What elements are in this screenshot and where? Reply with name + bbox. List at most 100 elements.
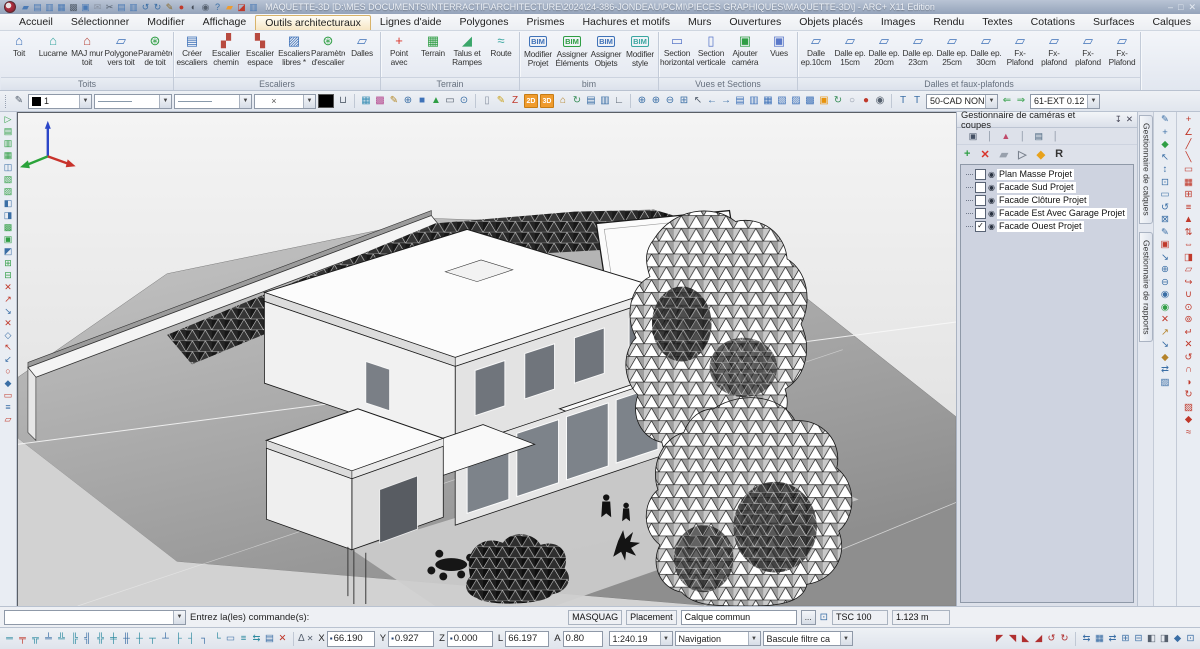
pen-settings-icon[interactable]: ✎ bbox=[12, 93, 26, 109]
window-layout-icon[interactable]: ▦ bbox=[1093, 631, 1106, 646]
left-toolbar-icon[interactable]: ▤ bbox=[2, 126, 15, 137]
navigation-mode-combo[interactable]: Navigation ▼ bbox=[675, 631, 761, 646]
window-layout-icon[interactable]: ⊟ bbox=[1132, 631, 1145, 646]
toolbar-icon[interactable]: ▤ bbox=[584, 93, 598, 109]
ribbon-button[interactable]: ▯Section verticale bbox=[694, 32, 728, 77]
ribbon-button[interactable]: ⌂Toit bbox=[2, 32, 36, 77]
ribbon-button[interactable]: ▣Vues bbox=[762, 32, 796, 77]
ribbon-button[interactable]: ⊛Paramètres d'escalier bbox=[311, 32, 345, 77]
quick-access-icon[interactable]: ▥ bbox=[44, 1, 55, 13]
zoom-toolbar-icon[interactable]: ⊖ bbox=[663, 93, 677, 109]
left-toolbar-icon[interactable]: ✕ bbox=[2, 282, 15, 293]
right-toolbar-icon[interactable]: ∩ bbox=[1181, 364, 1197, 376]
right-toolbar-icon[interactable]: ▦ bbox=[1181, 177, 1197, 189]
linestyle-combo-1[interactable]: ▼ bbox=[94, 94, 172, 109]
toolbar-icon[interactable]: ⊙ bbox=[457, 93, 471, 109]
left-toolbar-icon[interactable]: ▩ bbox=[2, 222, 15, 233]
zoom-toolbar-icon[interactable]: ↖ bbox=[691, 93, 705, 109]
ribbon-button[interactable]: ▱Fx-Plafond ep. 5cm bbox=[1105, 32, 1139, 77]
left-toolbar-icon[interactable]: ≡ bbox=[2, 402, 15, 413]
right-toolbar-icon[interactable]: ⊞ bbox=[1181, 189, 1197, 201]
view-orientation-icon[interactable]: ◤ bbox=[993, 631, 1006, 646]
right-toolbar-icon[interactable]: ⇔ bbox=[1181, 239, 1197, 251]
y-coord-field[interactable]: ▪0.927 bbox=[388, 631, 434, 647]
wall-tool-icon[interactable]: ✕ bbox=[276, 631, 289, 646]
visibility-checkbox[interactable] bbox=[975, 195, 986, 206]
toolbar-icon[interactable]: ▥ bbox=[598, 93, 612, 109]
zoom-toolbar-icon[interactable]: ○ bbox=[845, 93, 859, 109]
toggle-3d-button[interactable]: 3D bbox=[540, 94, 554, 108]
layer-link-icon[interactable]: ⊡ bbox=[820, 612, 828, 623]
right-toolbar-icon[interactable]: ↘ bbox=[1157, 252, 1173, 264]
ribbon-button[interactable]: ▭Section horizontale bbox=[660, 32, 694, 77]
right-toolbar-icon[interactable]: ◆ bbox=[1157, 352, 1173, 364]
right-toolbar-icon[interactable]: + bbox=[1181, 114, 1197, 126]
left-toolbar-icon[interactable]: ◨ bbox=[2, 210, 15, 221]
camera-panel-tool-icon[interactable]: ◆ bbox=[1037, 148, 1045, 161]
ribbon-button[interactable]: BIMAssigner Éléments IFC bbox=[555, 32, 589, 77]
text-tool-icon[interactable]: T bbox=[896, 93, 910, 109]
menu-item[interactable]: Outils architecturaux bbox=[255, 15, 371, 30]
left-toolbar-icon[interactable]: ◇ bbox=[2, 330, 15, 341]
toolbar-icon[interactable]: ▲ bbox=[429, 93, 443, 109]
pin-icon[interactable]: ↧ bbox=[1115, 114, 1122, 125]
quick-access-icon[interactable]: ? bbox=[212, 1, 223, 13]
quick-access-icon[interactable]: ▥ bbox=[248, 1, 259, 13]
menu-item[interactable]: Prismes bbox=[518, 15, 574, 29]
menu-item[interactable]: Accueil bbox=[10, 15, 62, 29]
text-tool-icon[interactable]: T bbox=[910, 93, 924, 109]
placement-mode-field[interactable]: Placement bbox=[626, 610, 677, 625]
camera-panel-tool-icon[interactable]: + bbox=[964, 148, 970, 160]
right-toolbar-icon[interactable]: ✕ bbox=[1157, 314, 1173, 326]
zoom-toolbar-icon[interactable]: ▣ bbox=[817, 93, 831, 109]
quick-access-icon[interactable]: ↻ bbox=[152, 1, 163, 13]
zoom-toolbar-icon[interactable]: ▥ bbox=[747, 93, 761, 109]
z-coord-field[interactable]: ▪0.000 bbox=[447, 631, 493, 647]
left-toolbar-icon[interactable]: ▷ bbox=[2, 114, 15, 125]
window-layout-icon[interactable]: ⇄ bbox=[1106, 631, 1119, 646]
menu-item[interactable]: Objets placés bbox=[790, 15, 872, 29]
right-toolbar-icon[interactable]: ⇄ bbox=[1157, 364, 1173, 376]
camera-panel-tab-icon[interactable]: ▣ bbox=[962, 131, 984, 142]
ribbon-button[interactable]: ▱Dalle ep.10cm bbox=[799, 32, 833, 77]
right-toolbar-icon[interactable]: ≡ bbox=[1181, 202, 1197, 214]
ribbon-button[interactable]: ⌂Lucarne bbox=[36, 32, 70, 77]
visibility-checkbox[interactable] bbox=[975, 208, 986, 219]
fill-bucket-icon[interactable]: ⊔ bbox=[336, 93, 350, 109]
wall-tool-icon[interactable]: └ bbox=[211, 631, 224, 646]
ribbon-button[interactable]: BIMModifier style d'éléments bbox=[623, 32, 657, 77]
quick-access-icon[interactable]: ▦ bbox=[56, 1, 67, 13]
toolbar-icon[interactable]: ✎ bbox=[494, 93, 508, 109]
ribbon-button[interactable]: ≈Route bbox=[484, 32, 518, 77]
viewport-3d[interactable] bbox=[17, 112, 956, 606]
ribbon-button[interactable]: ▱Dalles bbox=[345, 32, 379, 77]
view-orientation-icon[interactable]: ↻ bbox=[1058, 631, 1071, 646]
ribbon-button[interactable]: ▱Fx-plafond ep. 1cm bbox=[1037, 32, 1071, 77]
right-toolbar-icon[interactable]: ⊖ bbox=[1157, 277, 1173, 289]
quick-access-icon[interactable]: ▤ bbox=[32, 1, 43, 13]
ribbon-button[interactable]: BIMAssigner Objets IFC bbox=[589, 32, 623, 77]
right-toolbar-icon[interactable]: ▱ bbox=[1181, 264, 1197, 276]
toolbar-icon[interactable]: ↻ bbox=[570, 93, 584, 109]
right-toolbar-icon[interactable]: ▨ bbox=[1181, 402, 1197, 414]
current-layer-field[interactable]: Calque commun bbox=[681, 610, 797, 625]
menu-item[interactable]: Polygones bbox=[450, 15, 517, 29]
ext-layer-combo[interactable]: 61-EXT 0.12 ▼ bbox=[1030, 94, 1100, 109]
wall-tool-icon[interactable]: ⇆ bbox=[250, 631, 263, 646]
right-toolbar-icon[interactable]: ◆ bbox=[1181, 414, 1197, 426]
command-input-combo[interactable]: ▼ bbox=[4, 610, 186, 625]
quick-access-icon[interactable]: ▰ bbox=[20, 1, 31, 13]
tab-gestionnaire-calques[interactable]: Gestionnaire de calques bbox=[1139, 115, 1153, 224]
left-toolbar-icon[interactable]: ◧ bbox=[2, 198, 15, 209]
menu-item[interactable]: Murs bbox=[679, 15, 720, 29]
lock-icon[interactable]: ▪ bbox=[450, 634, 453, 643]
right-toolbar-icon[interactable]: ◑ bbox=[1181, 377, 1197, 389]
window-layout-icon[interactable]: ⇆ bbox=[1080, 631, 1093, 646]
menu-item[interactable]: Affichage bbox=[194, 15, 256, 29]
view-orientation-icon[interactable]: ◣ bbox=[1019, 631, 1032, 646]
ribbon-button[interactable]: ▣Ajouter caméra bbox=[728, 32, 762, 77]
view-orientation-icon[interactable]: ◥ bbox=[1006, 631, 1019, 646]
quick-access-icon[interactable]: ◉ bbox=[200, 1, 211, 13]
menu-item[interactable]: Surfaces bbox=[1084, 15, 1143, 29]
browse-layers-button[interactable]: ... bbox=[801, 610, 816, 625]
